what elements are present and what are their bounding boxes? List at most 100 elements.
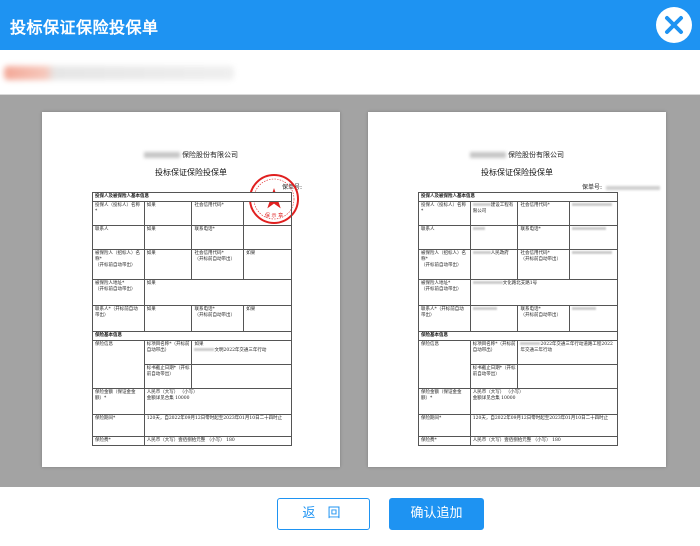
company-name: 保险股份有限公司 [368,150,666,160]
form-value: 如果 [243,249,292,280]
value-text: （小写） [179,390,198,395]
form-label: 社会信用代码* （开标前自动带出） [191,249,245,280]
form-value: 120天，自2022年09月12日零时起至2023年01月10日二十四时止 [469,414,619,437]
section-heading: 保险基本信息 [92,331,292,341]
redacted-text [470,152,506,158]
value-text: 180 [552,438,561,443]
value-text: 180 [226,438,235,443]
dialog-title: 投标保证保险投保单 [10,18,159,37]
label-text: 社会信用代码* [520,251,550,256]
form-value: 如果 文明2022年交通三年行动 [191,340,292,365]
close-icon [665,16,683,34]
label-note: （开标前自动带出） [520,257,561,262]
document-preview-area[interactable]: 保险股份有限公司 投标保证保险投保单 保单号: 保 示 章 投保人及被保险人基本… [0,95,700,487]
value-text: 文明2022年交通三年行动 [214,348,267,353]
redacted-text [194,348,215,351]
form-label: 保险期间* [418,414,471,437]
policy-number: 保单号: [582,182,660,191]
redacted-text [520,342,541,345]
value-text: 人民政府 [490,251,509,256]
form-value [569,225,618,250]
form-value: 如果 [143,279,293,306]
policy-number-label: 保单号: [581,184,602,191]
redacted-text [572,203,613,206]
back-button[interactable]: 返 回 [277,498,370,530]
value-text: 人民币（大写）壹佰捌拾元整 [472,438,532,443]
form-value: 2022年交通三年行动道路工程2022年交通三年行动 [517,340,618,365]
policy-info-bar [0,50,700,95]
label-note: （开标前自动带出） [421,263,462,268]
form-value: 如果 [143,249,193,280]
document-page-1: 保险股份有限公司 投标保证保险投保单 保单号: 保 示 章 投保人及被保险人基本… [42,112,340,467]
value-text: 文化路北支路1号 [502,281,538,286]
value-text: （小写） [505,390,524,395]
policy-form-table: 投保人及被保险人基本信息 投保人（投标人）名称* 如果 社会信用代码* 联系人 … [92,192,293,446]
form-label: 标书截止日期*（开标前自动带出） [143,364,193,389]
confirm-add-button[interactable]: 确认追加 [389,498,484,530]
form-value: 人民币（大写） （小写） 金额详见合集 10000 [143,388,293,415]
value-text: 人民币（大写） [472,390,505,395]
form-label: 保险信息 [418,340,471,389]
form-label: 联系人*（开标前自动带出） [418,305,471,332]
label-note: （开标前自动带出） [194,313,235,318]
label-text: 社会信用代码* [194,251,224,256]
form-label: 投保人（投标人）名称* [418,201,471,226]
redacted-text [472,203,491,206]
label-note: （开标前自动带出） [194,257,235,262]
form-value: 如果 [143,225,193,250]
form-label: 联系人 [418,225,471,250]
value-text: （小写） [532,438,551,443]
form-label: 联系电话* [191,225,245,250]
form-value: 人民币（大写）壹佰捌拾元整 （小写） 180 [143,436,293,446]
redacted-text [606,185,660,190]
form-label: 保险信息 [92,340,145,389]
form-label: 保险金额（保证金金额）* [92,388,145,415]
label-note: （开标前自动带出） [95,287,136,292]
label-text: 被保险人（招标人）名称* [421,251,466,262]
form-label: 被保险人地址* （开标前自动带出） [92,279,145,306]
form-label: 被保险人（招标人）名称* （开标前自动带出） [92,249,145,280]
form-value: 人民币（大写） （小写） 金额详见合集 10000 [469,388,619,415]
value-text: 金额详见合集 [146,396,174,401]
form-value [569,249,618,280]
dialog-footer: 返 回 确认追加 [0,487,700,546]
redacted-text [472,251,491,254]
form-label: 保险金额（保证金金额）* [418,388,471,415]
redacted-text [572,307,597,310]
label-note: （开标前自动带出） [95,263,136,268]
redacted-text [144,152,180,158]
redacted-text [472,281,503,284]
form-label: 联系人*（开标前自动带出） [92,305,145,332]
section-heading: 投保人及被保险人基本信息 [92,192,292,202]
document-page-2: 保险股份有限公司 投标保证保险投保单 保单号: 投保人及被保险人基本信息 投保人… [368,112,666,467]
label-note: （开标前自动带出） [421,287,462,292]
form-label: 联系电话* （开标前自动带出） [191,305,245,332]
value-text: （小写） [206,438,225,443]
form-label: 联系人 [92,225,145,250]
form-label: 投保人（投标人）名称* [92,201,145,226]
value-text: 金额详见合集 [472,396,500,401]
label-text: 联系电话* [520,307,541,312]
section-heading: 投保人及被保险人基本信息 [418,192,618,202]
dialog-header: 投标保证保险投保单 [0,0,700,50]
form-label: 保险费* [92,436,145,446]
form-label: 社会信用代码* （开标前自动带出） [517,249,571,280]
form-label: 标书截止日期*（开标前自动带出） [469,364,519,389]
value-text: 人民币（大写） [146,390,179,395]
form-value [469,225,519,250]
form-value [569,305,618,332]
form-value [569,201,618,226]
form-value: 文化路北支路1号 [469,279,619,306]
close-button[interactable] [656,7,692,43]
value-text: 10000 [175,396,190,401]
form-value: 如果 [143,201,193,226]
form-value [243,225,292,250]
section-heading: 保险基本信息 [418,331,618,341]
form-value: 120天，自2022年09月12日零时起至2023年01月10日二十四时止 [143,414,293,437]
form-value: 如果 [243,305,292,332]
label-text: 被保险人地址* [95,281,125,286]
form-label: 社会信用代码* [191,201,245,226]
form-value [469,305,519,332]
redacted-info [4,66,234,80]
label-text: 被保险人地址* [421,281,451,286]
